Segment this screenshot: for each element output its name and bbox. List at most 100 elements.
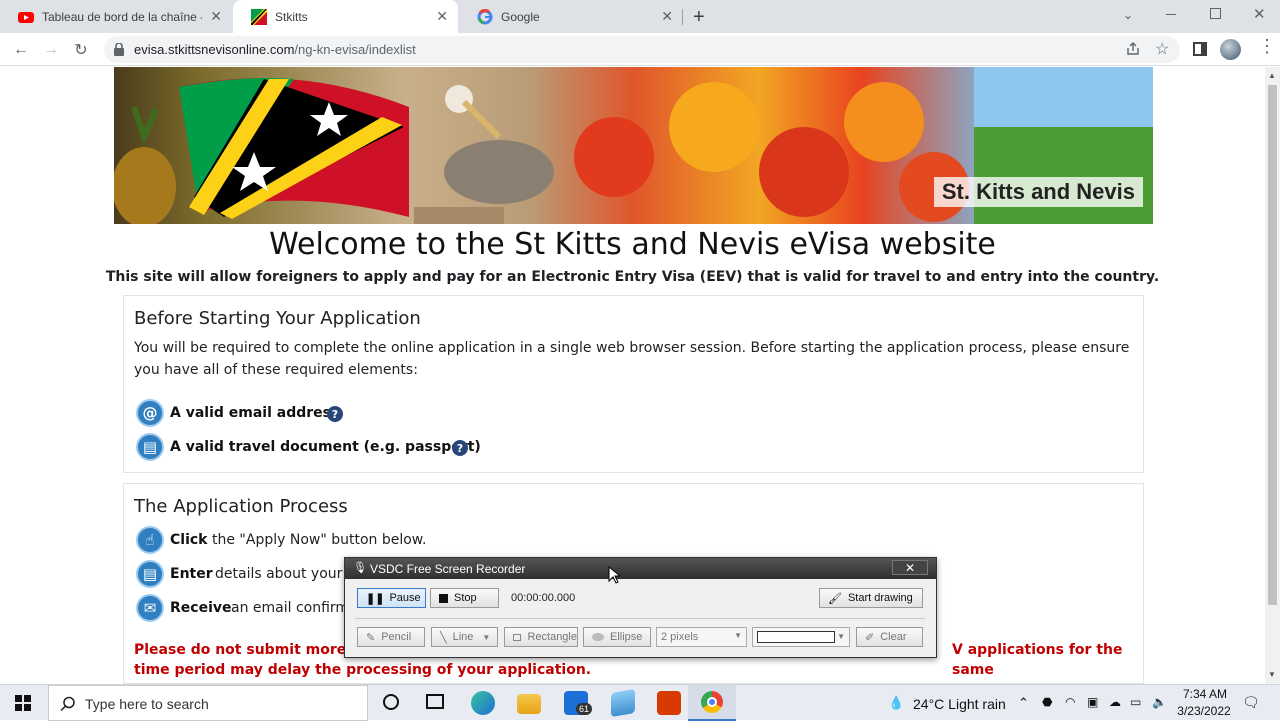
cloud-icon[interactable]: ☁	[1109, 695, 1121, 709]
new-tab-icon[interactable]: +	[693, 6, 705, 29]
clock-time[interactable]: 7:34 AM	[1180, 687, 1230, 701]
more-menu-icon[interactable]: ⋮	[1258, 37, 1276, 55]
scroll-up-icon[interactable]: ▲	[1268, 71, 1276, 80]
stroke-width-select[interactable]: 2 pixels ▼	[656, 627, 747, 647]
url-text: evisa.stkittsnevisonline.com/ng-kn-evisa…	[134, 42, 416, 57]
system-tray-icon[interactable]: ⬣	[1042, 695, 1052, 709]
tab-search-icon[interactable]: ⌄	[1123, 8, 1133, 22]
warning-text-start: Please do not submit more tha	[134, 642, 378, 658]
tab-label: Tableau de bord de la chaîne - Yo	[42, 9, 202, 24]
scroll-down-icon[interactable]: ▼	[1268, 670, 1276, 679]
help-icon[interactable]: ?	[327, 406, 343, 422]
edge-icon[interactable]	[471, 691, 495, 715]
step-desc: an email confirmi	[231, 600, 353, 616]
recorder-titlebar[interactable]: 🎙 VSDC Free Screen Recorder ✕	[345, 558, 936, 579]
search-placeholder: Type here to search	[85, 696, 209, 712]
office-icon[interactable]	[657, 691, 681, 715]
app-icon[interactable]	[611, 688, 635, 718]
notification-icon[interactable]: 🗨	[1242, 694, 1260, 711]
pause-button[interactable]: ❚❚ Pause	[357, 588, 426, 608]
clear-label: Clear	[880, 631, 907, 643]
tab-divider	[682, 9, 683, 25]
intro-text: This site will allow foreigners to apply…	[105, 269, 1160, 285]
chevron-down-icon: ▼	[734, 631, 742, 640]
mouse-cursor-icon	[608, 566, 620, 584]
screen-recorder-window: 🎙 VSDC Free Screen Recorder ✕ ❚❚ Pause St…	[344, 557, 937, 658]
forward-arrow-icon[interactable]: →	[40, 39, 62, 61]
browser-toolbar: ← → ↻ evisa.stkittsnevisonline.com/ng-kn…	[0, 33, 1280, 66]
ellipse-button[interactable]: Ellipse	[583, 627, 651, 647]
requirement-email: A valid email address	[170, 405, 340, 421]
close-tab-icon[interactable]: ✕	[661, 8, 673, 24]
flag-icon	[251, 8, 267, 25]
side-panel-icon[interactable]	[1193, 42, 1207, 56]
minimize-icon[interactable]	[1166, 14, 1176, 15]
task-view-icon[interactable]	[426, 694, 444, 709]
recorder-title: VSDC Free Screen Recorder	[370, 562, 526, 576]
tab-label: Google	[501, 9, 540, 24]
stop-label: Stop	[454, 592, 477, 604]
address-bar[interactable]: evisa.stkittsnevisonline.com/ng-kn-evisa…	[104, 36, 1180, 63]
restore-icon[interactable]	[1210, 8, 1221, 19]
pencil-label: Pencil	[381, 631, 412, 643]
tab-stkitts[interactable]: Stkitts ✕	[233, 0, 458, 33]
passport-icon: ▤	[136, 433, 164, 461]
share-icon[interactable]	[1126, 42, 1140, 56]
url-host: evisa.stkittsnevisonline.com	[134, 42, 295, 57]
before-panel: Before Starting Your Application You wil…	[123, 295, 1144, 473]
step-label: Click	[170, 532, 208, 548]
close-window-icon[interactable]: ✕	[1253, 5, 1266, 23]
scrollbar-thumb[interactable]	[1268, 85, 1277, 605]
back-arrow-icon[interactable]: ←	[10, 39, 32, 61]
rectangle-button[interactable]: Rectangle	[504, 627, 578, 647]
search-icon	[60, 696, 75, 712]
avatar[interactable]	[1220, 39, 1241, 60]
chevron-up-icon[interactable]: ⌃	[1018, 695, 1029, 711]
pencil-icon: ✎	[366, 631, 376, 644]
close-tab-icon[interactable]: ✕	[436, 8, 448, 24]
pause-icon: ❚❚	[366, 592, 385, 605]
eraser-icon: ✐	[865, 631, 875, 644]
line-button[interactable]: ╲ Line ▼	[431, 627, 498, 647]
meet-icon[interactable]: ▣	[1087, 695, 1098, 709]
tab-label: Stkitts	[275, 9, 308, 24]
bookmark-star-icon[interactable]: ☆	[1155, 39, 1169, 59]
windows-start-icon[interactable]	[15, 695, 31, 711]
clock-date[interactable]: 3/23/2022	[1175, 704, 1233, 718]
weather-icon[interactable]: 💧	[888, 695, 904, 711]
help-icon[interactable]: ?	[452, 440, 468, 456]
windows-taskbar: Type here to search 61 💧 24°C Light rain…	[0, 684, 1280, 721]
close-tab-icon[interactable]: ✕	[210, 8, 222, 24]
stop-button[interactable]: Stop	[430, 588, 499, 608]
file-explorer-icon[interactable]	[517, 694, 541, 714]
form-icon: ▤	[136, 560, 164, 588]
clear-button[interactable]: ✐ Clear	[856, 627, 923, 647]
page-scrollbar[interactable]: ▲ ▼	[1265, 67, 1280, 684]
chevron-down-icon: ▼	[837, 632, 845, 641]
warning-text-end: V applications for the same	[952, 642, 1123, 678]
step-desc: the "Apply Now" button below.	[212, 532, 427, 548]
cortana-icon[interactable]	[383, 694, 399, 710]
google-icon	[477, 8, 493, 24]
battery-icon[interactable]: ▭	[1130, 695, 1141, 709]
taskbar-search-box[interactable]: Type here to search	[48, 685, 368, 721]
chevron-down-icon[interactable]: ▼	[482, 633, 490, 642]
recorder-close-button[interactable]: ✕	[892, 560, 928, 575]
start-drawing-button[interactable]: 🖌 Start drawing	[819, 588, 923, 608]
page-title: Welcome to the St Kitts and Nevis eVisa …	[269, 227, 996, 262]
tab-youtube[interactable]: Tableau de bord de la chaîne - Yo ✕	[0, 0, 232, 33]
wifi-icon[interactable]: ◠	[1065, 695, 1075, 709]
lock-icon[interactable]	[114, 43, 124, 56]
reload-icon[interactable]: ↻	[70, 39, 92, 61]
pencil-button[interactable]: ✎ Pencil	[357, 627, 425, 647]
mail-icon[interactable]: 61	[564, 691, 593, 715]
color-swatch	[757, 631, 835, 643]
rectangle-icon	[513, 633, 522, 641]
tab-google[interactable]: Google ✕	[459, 0, 683, 33]
ellipse-label: Ellipse	[610, 631, 643, 643]
chrome-taskbar-button[interactable]	[688, 685, 736, 721]
toolbar-divider	[355, 618, 925, 619]
color-select[interactable]: ▼	[752, 627, 850, 647]
volume-icon[interactable]: 🔈	[1152, 695, 1167, 709]
weather-text[interactable]: 24°C Light rain	[913, 696, 1006, 712]
